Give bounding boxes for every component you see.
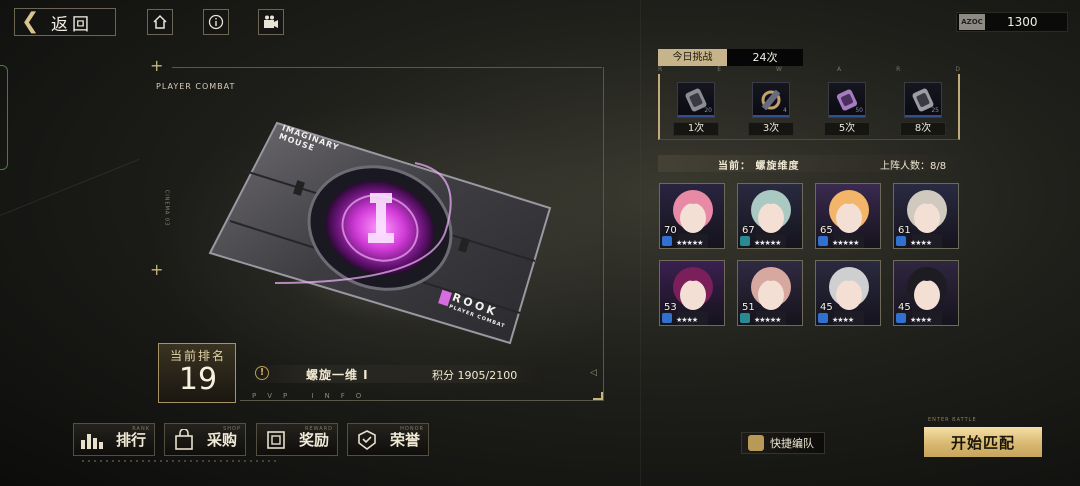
frame-line xyxy=(603,67,604,401)
home-icon xyxy=(153,14,167,29)
reward-threshold: 5次 xyxy=(824,122,870,136)
character-stars: ★★★★★ xyxy=(676,239,703,247)
honor-badge-icon xyxy=(358,429,376,450)
character-stars: ★★★★★ xyxy=(832,239,859,247)
shop-menu-button[interactable]: 采购 SHOP xyxy=(164,423,246,456)
back-button[interactable]: ❮ 返回 xyxy=(14,8,116,36)
character-stars: ★★★★★ xyxy=(754,239,781,247)
element-icon xyxy=(896,236,906,246)
character-portrait[interactable]: 53 ★★★★ xyxy=(659,260,725,326)
character-portrait[interactable]: 67 ★★★★★ xyxy=(737,183,803,249)
crosshair-mark: + xyxy=(150,56,164,75)
character-level: 45 xyxy=(820,302,833,313)
reward-threshold: 3次 xyxy=(748,122,794,136)
start-match-button[interactable]: 开始匹配 xyxy=(924,427,1042,457)
info-button[interactable] xyxy=(203,9,229,35)
character-portrait[interactable]: 70 ★★★★★ xyxy=(659,183,725,249)
menu-label-honor: 荣誉 xyxy=(390,431,421,449)
reward-item[interactable]: 20 xyxy=(677,82,715,118)
info-icon xyxy=(208,14,224,30)
replay-camera-button[interactable] xyxy=(258,9,284,35)
character-level: 61 xyxy=(898,225,911,236)
character-level: 45 xyxy=(898,302,911,313)
start-deco-text: ENTER BATTLE xyxy=(928,417,977,423)
menu-label-rank: 排行 xyxy=(116,431,147,449)
character-portrait[interactable]: 45 ★★★★ xyxy=(893,260,959,326)
dot-decoration xyxy=(80,458,280,464)
rank-card: IMAGINARY MOUSE ROOK PLAYER COMBAT xyxy=(205,113,555,348)
bar-chart-icon xyxy=(81,433,103,449)
pvp-info-label: PVP INFO xyxy=(252,392,373,400)
frame-line xyxy=(240,400,604,401)
current-rank-box: 当前排名 19 xyxy=(158,343,236,403)
currency-display: AZOC 1300 xyxy=(956,12,1068,32)
character-level: 65 xyxy=(820,225,833,236)
character-stars: ★★★★ xyxy=(910,316,932,324)
menu-label-reward: 奖励 xyxy=(299,431,330,449)
reward-item[interactable]: 50 xyxy=(828,82,866,118)
back-label: 返回 xyxy=(51,14,93,35)
quick-team-button[interactable]: 快捷编队 xyxy=(741,432,825,454)
warning-icon[interactable]: ! xyxy=(255,366,269,380)
team-deploy-count: 上阵人数：8/8 xyxy=(880,161,947,172)
character-portrait[interactable]: 45 ★★★★ xyxy=(815,260,881,326)
reward-box-icon xyxy=(267,430,285,449)
reward-menu-button[interactable]: 奖励 REWARD xyxy=(256,423,338,456)
rank-menu-button[interactable]: 排行 RANK xyxy=(73,423,155,456)
current-rank-number: 19 xyxy=(178,362,218,397)
reward-letters: R E W A R D xyxy=(658,66,960,73)
player-combat-label: PLAYER COMBAT xyxy=(156,82,236,91)
deco-line xyxy=(640,0,641,486)
character-stars: ★★★★★ xyxy=(754,316,781,324)
reward-item[interactable]: 4 xyxy=(752,82,790,118)
element-icon xyxy=(662,313,672,323)
camera-icon xyxy=(264,15,278,28)
character-stars: ★★★★ xyxy=(832,316,854,324)
character-stars: ★★★★ xyxy=(676,316,698,324)
currency-icon: AZOC xyxy=(959,14,985,30)
side-label: CINEMA 03 xyxy=(163,189,170,227)
character-level: 67 xyxy=(742,225,755,236)
menu-sub-reward: REWARD xyxy=(304,426,333,432)
challenge-count: 24次 xyxy=(727,49,803,66)
today-challenge-tab: 今日挑战 xyxy=(658,49,727,66)
character-level: 53 xyxy=(664,302,677,313)
frame-line xyxy=(172,67,602,68)
rank-tier-name: 螺旋一维 I xyxy=(306,368,369,382)
character-stars: ★★★★ xyxy=(910,239,932,247)
reward-threshold: 1次 xyxy=(673,122,719,136)
menu-sub-shop: SHOP xyxy=(223,426,241,432)
reward-threshold: 8次 xyxy=(900,122,946,136)
menu-label-shop: 采购 xyxy=(207,431,238,449)
menu-sub-honor: HONOR xyxy=(400,426,424,432)
deco-line xyxy=(0,158,140,216)
rank-score: 积分 1905/2100 xyxy=(432,369,518,382)
honor-menu-button[interactable]: 荣誉 HONOR xyxy=(347,423,429,456)
reward-item[interactable]: 25 xyxy=(904,82,942,118)
side-drawer-handle[interactable] xyxy=(0,65,8,170)
triangle-icon: ◁ xyxy=(590,368,597,378)
element-icon xyxy=(896,313,906,323)
character-level: 51 xyxy=(742,302,755,313)
element-icon xyxy=(662,236,672,246)
menu-sub-rank: RANK xyxy=(132,426,150,432)
element-icon xyxy=(818,313,828,323)
team-person-icon xyxy=(748,435,764,451)
quick-team-label: 快捷编队 xyxy=(770,437,814,450)
home-button[interactable] xyxy=(147,9,173,35)
currency-value: 1300 xyxy=(1007,15,1038,29)
element-icon xyxy=(740,313,750,323)
character-portrait[interactable]: 65 ★★★★★ xyxy=(815,183,881,249)
character-level: 70 xyxy=(664,225,677,236)
character-portrait[interactable]: 61 ★★★★ xyxy=(893,183,959,249)
element-icon xyxy=(818,236,828,246)
element-icon xyxy=(740,236,750,246)
team-current-label: 当前： 螺旋维度 xyxy=(718,161,800,172)
shopping-bag-icon xyxy=(175,428,193,450)
character-portrait[interactable]: 51 ★★★★★ xyxy=(737,260,803,326)
chevron-left-icon: ❮ xyxy=(21,9,40,34)
